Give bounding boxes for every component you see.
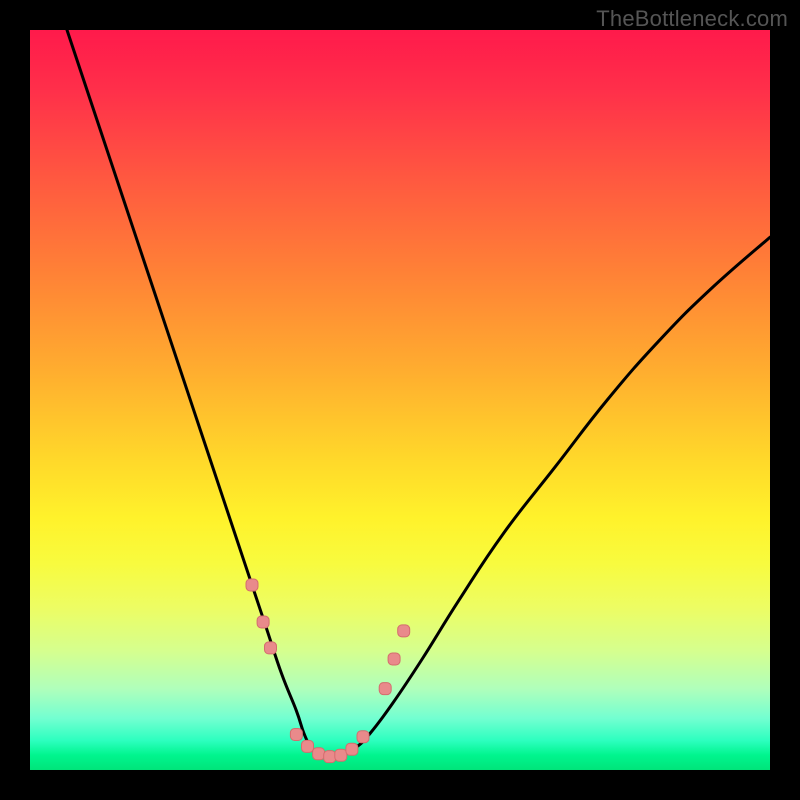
- data-marker: [398, 625, 410, 637]
- data-marker: [265, 642, 277, 654]
- chart-frame: TheBottleneck.com: [0, 0, 800, 800]
- data-marker: [357, 731, 369, 743]
- data-marker: [388, 653, 400, 665]
- data-marker: [346, 743, 358, 755]
- chart-svg: [30, 30, 770, 770]
- plot-area: [30, 30, 770, 770]
- data-marker: [257, 616, 269, 628]
- data-marker: [324, 751, 336, 763]
- data-marker: [246, 579, 258, 591]
- data-marker: [379, 683, 391, 695]
- watermark-text: TheBottleneck.com: [596, 6, 788, 32]
- data-marker: [313, 748, 325, 760]
- data-marker: [290, 728, 302, 740]
- data-marker: [335, 749, 347, 761]
- data-marker: [302, 740, 314, 752]
- bottleneck-curve: [67, 30, 770, 756]
